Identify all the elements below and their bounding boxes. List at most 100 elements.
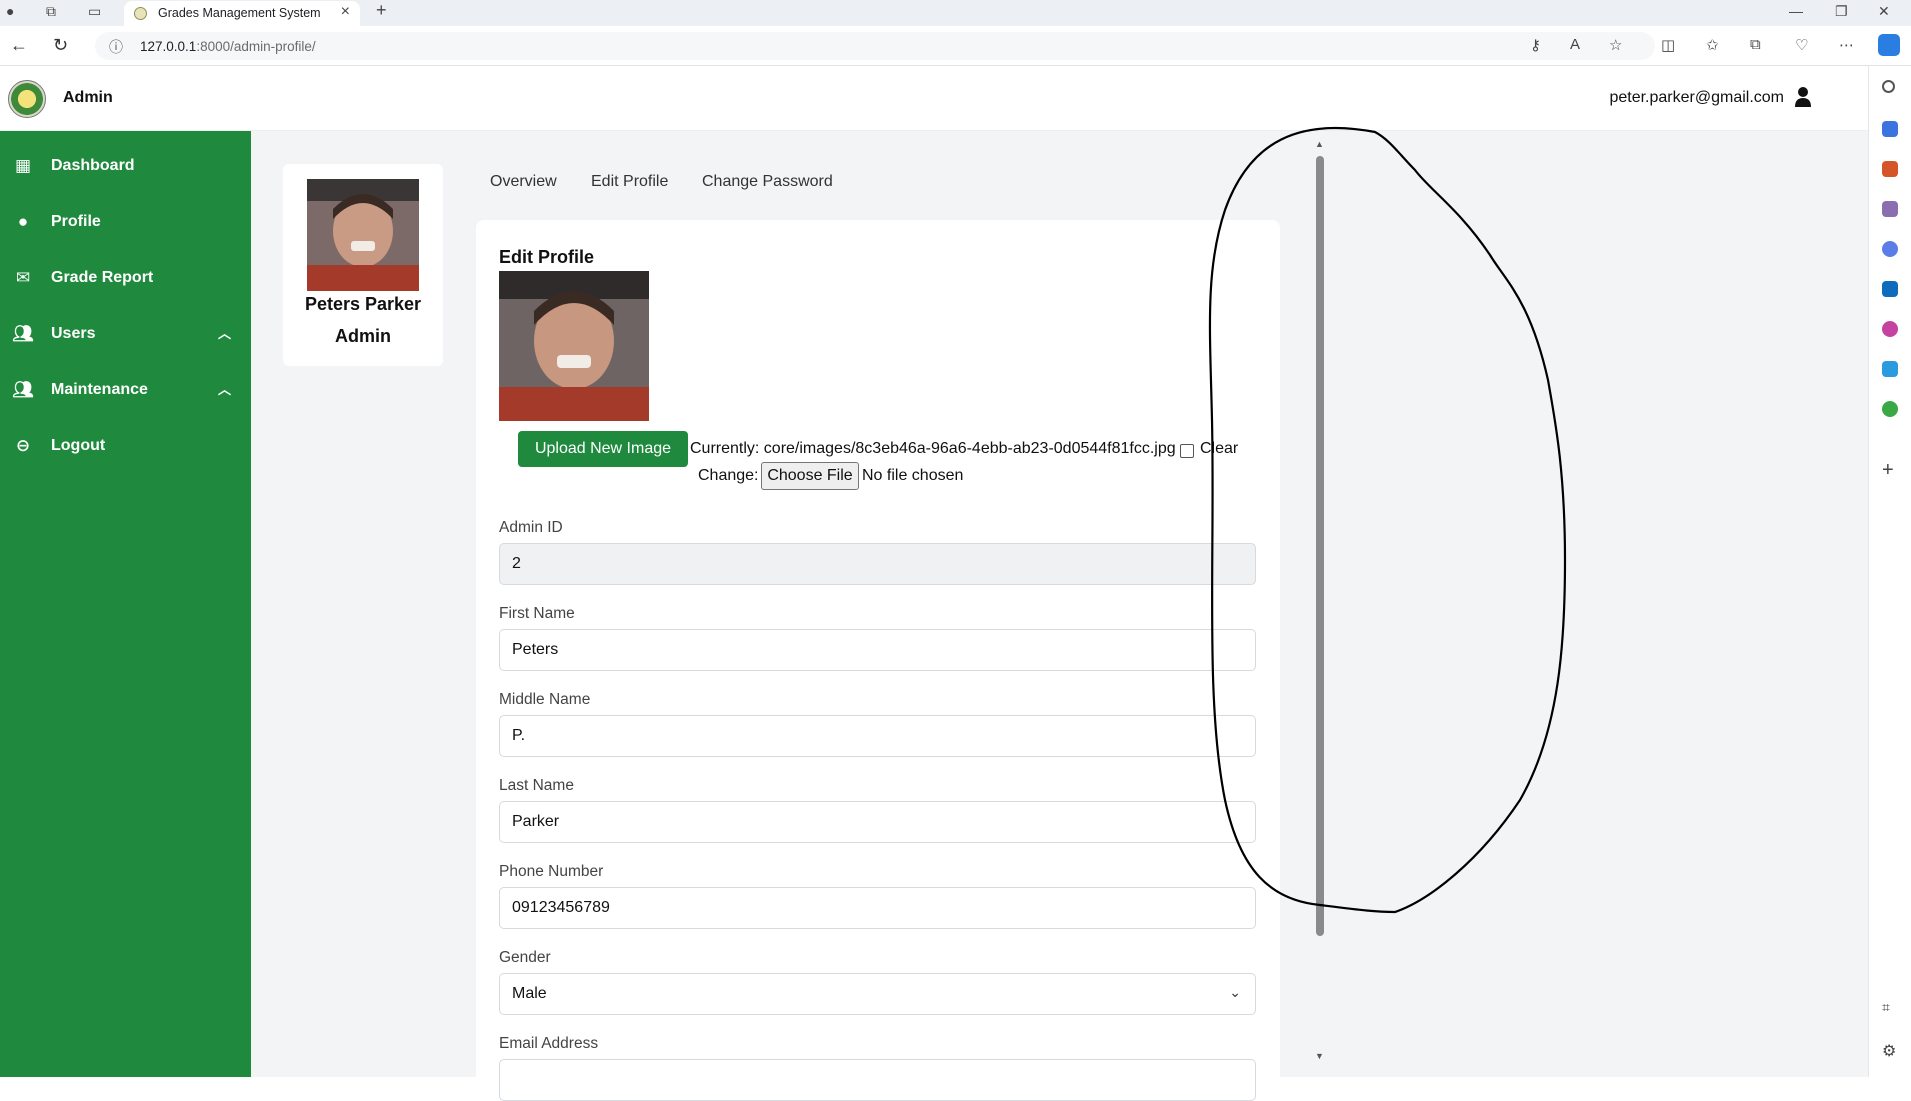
settings-gear-icon[interactable]: ⚙ [1882,1041,1896,1061]
user-icon[interactable] [1794,86,1812,108]
change-label: Change: [698,467,759,484]
user-email[interactable]: peter.parker@gmail.com [1609,89,1784,107]
chevron-up-icon[interactable]: ︿ [218,323,231,342]
split-screen-icon[interactable]: ◫ [1661,36,1675,54]
sidebar-item-users[interactable]: 👥︎ Users ︿ [0,314,251,354]
tree-icon[interactable] [1882,401,1898,417]
school-logo [8,80,46,118]
form-title: Edit Profile [499,247,595,267]
phone-number-field[interactable]: 09123456789 [499,887,1256,929]
url-input[interactable]: ⓘ 127.0.0.1:8000/admin-profile/ [95,32,1655,60]
users-icon: 👥︎ [12,380,34,399]
back-icon[interactable]: ← [10,35,28,56]
search-icon[interactable] [1882,80,1895,93]
favorites-icon[interactable]: ✩ [1706,36,1719,54]
envelope-icon: ✉ [15,268,31,287]
sidebar-item-profile[interactable]: ● Profile [0,202,251,242]
games-icon[interactable] [1882,201,1898,217]
sidebar-item-label: Maintenance [51,381,148,398]
reload-icon[interactable]: ↻ [53,35,68,56]
m365-icon[interactable] [1882,241,1898,257]
current-photo-image [499,271,649,421]
key-icon[interactable]: ⚷ [1530,36,1541,54]
screenshot-icon[interactable]: ⌗ [1882,999,1890,1016]
gender-select[interactable]: Male ⌄ [499,973,1256,1015]
choose-file-button[interactable]: Choose File [761,462,859,490]
app-header: Admin peter.parker@gmail.com [0,66,1868,131]
tab-actions-icon[interactable]: ▭ [88,3,101,20]
tab-change-password[interactable]: Change Password [702,173,833,191]
app-title: Admin [63,89,113,106]
new-tab-icon[interactable]: + [376,0,387,21]
tab-overview[interactable]: Overview [490,173,557,191]
first-name-field[interactable]: Peters [499,629,1256,671]
sidebar: ▦ Dashboard ● Profile ✉ Grade Report 👥︎ … [0,131,251,1077]
gender-label: Gender [499,949,551,966]
browser-tab-bar: ● ⧉ ▭ Grades Management System × + — ❐ ✕ [0,0,1911,27]
browser-essentials-icon[interactable]: ♡ [1795,36,1808,54]
admin-id-field[interactable]: 2 [499,543,1256,585]
url-text: 127.0.0.1:8000/admin-profile/ [140,39,316,54]
sidebar-item-logout[interactable]: ⊖ Logout [0,426,251,466]
scrollbar-thumb[interactable] [1316,156,1324,936]
browser-tab[interactable]: Grades Management System × [124,1,360,27]
sidebar-item-label: Grade Report [51,269,154,286]
user-icon: ● [17,212,29,231]
last-name-field[interactable]: Parker [499,801,1256,843]
tab-edit-profile[interactable]: Edit Profile [591,173,668,191]
sidebar-item-label: Logout [51,437,106,454]
scroll-up-arrow-icon[interactable]: ▲ [1315,139,1324,149]
shopping-icon[interactable] [1882,121,1898,137]
scroll-down-arrow-icon[interactable]: ▼ [1315,1051,1324,1061]
minimize-icon[interactable]: — [1789,3,1803,19]
close-window-icon[interactable]: ✕ [1878,3,1890,20]
no-file-text: No file chosen [862,467,964,484]
logout-icon: ⊖ [15,436,31,455]
read-aloud-icon[interactable]: A [1570,36,1580,53]
avatar [307,179,419,291]
dashboard-icon: ▦ [14,156,32,175]
middle-name-field[interactable]: P. [499,715,1256,757]
tools-icon[interactable] [1882,161,1898,177]
more-menu-icon[interactable]: ⋯ [1839,36,1854,54]
favorite-star-icon[interactable]: ☆ [1609,36,1622,54]
address-bar-row: ← ↻ ⓘ 127.0.0.1:8000/admin-profile/ ⚷ A … [0,26,1911,66]
phone-number-label: Phone Number [499,863,604,880]
edge-sidebar: + ⌗ ⚙ [1868,66,1911,1077]
content-scrollbar[interactable]: ▲ ▼ [1313,131,1327,1077]
current-photo [499,271,649,421]
admin-id-label: Admin ID [499,519,563,536]
edit-profile-card: Edit Profile Upload New Image Currently:… [476,220,1280,1101]
users-icon: 👥︎ [12,324,34,343]
middle-name-label: Middle Name [499,691,591,708]
email-address-field[interactable] [499,1059,1256,1101]
sidebar-item-maintenance[interactable]: 👥︎ Maintenance ︿ [0,370,251,410]
close-tab-icon[interactable]: × [341,3,350,21]
designer-icon[interactable] [1882,321,1898,337]
sidebar-item-grade-report[interactable]: ✉ Grade Report [0,258,251,298]
copilot-icon[interactable] [1878,34,1900,56]
email-address-label: Email Address [499,1035,599,1052]
send-icon[interactable] [1882,361,1898,377]
profile-icon[interactable]: ● [6,3,14,19]
site-info-icon[interactable]: ⓘ [109,37,123,57]
upload-new-image-button[interactable]: Upload New Image [518,431,688,467]
clear-image-checkbox[interactable] [1180,444,1194,458]
profile-name: Peters Parker [304,294,422,314]
add-sidebar-app-icon[interactable]: + [1882,459,1894,482]
workspaces-icon[interactable]: ⧉ [46,3,56,20]
chevron-up-icon[interactable]: ︿ [218,379,231,398]
gender-selected-value: Male [512,985,547,1002]
profile-card: Peters Parker Admin [283,164,443,366]
sidebar-item-dashboard[interactable]: ▦ Dashboard [0,146,251,186]
sidebar-item-label: Users [51,325,96,342]
current-image-path: Currently: core/images/8c3eb46a-96a6-4eb… [690,440,1176,457]
collections-icon[interactable]: ⧉ [1750,36,1761,53]
site-favicon-icon [134,7,147,20]
sidebar-item-label: Dashboard [51,157,135,174]
profile-photo [307,179,419,291]
chevron-down-icon: ⌄ [1229,984,1241,1000]
restore-icon[interactable]: ❐ [1835,3,1848,20]
outlook-icon[interactable] [1882,281,1898,297]
profile-role: Admin [335,326,391,346]
